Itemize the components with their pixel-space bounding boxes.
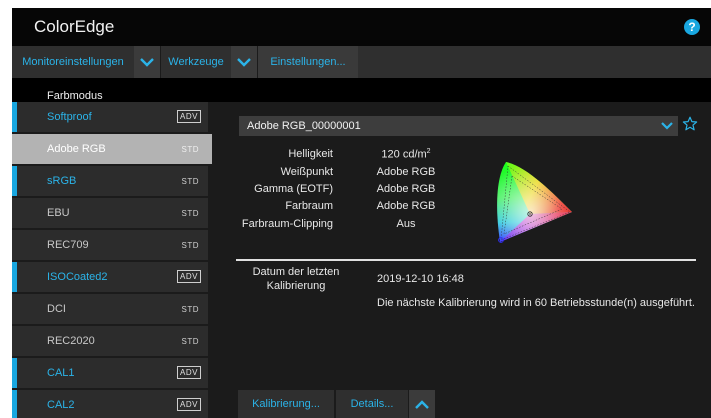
- mode-label: CAL2: [47, 399, 75, 411]
- mode-label: DCI: [47, 303, 66, 315]
- gamma-value: Adobe RGB: [376, 183, 436, 195]
- last-calibration-label-line2: Kalibrierung: [266, 280, 326, 292]
- last-calibration-label-line1: Datum der letzten: [252, 266, 340, 278]
- brightness-value: 120 cd/m2: [346, 148, 466, 161]
- mode-tag-adv: ADV: [177, 270, 201, 283]
- mode-accent-bar: [12, 358, 17, 388]
- gamut-clipping-label: Farbraum-Clipping: [241, 218, 333, 230]
- brightness-value-text: 120 cd/m: [381, 148, 427, 161]
- calibrate-button[interactable]: Kalibrierung...: [238, 390, 334, 418]
- mode-item-rec2020[interactable]: REC2020 STD: [12, 326, 208, 356]
- gamut-diagram: [497, 162, 572, 243]
- mode-accent-bar: [12, 166, 17, 196]
- mode-item-dci[interactable]: DCI STD: [12, 294, 208, 324]
- color-mode-select[interactable]: Adobe RGB_00000001: [239, 116, 678, 136]
- mode-accent-bar: [12, 102, 17, 132]
- color-mode-select-value: Adobe RGB_00000001: [247, 120, 361, 132]
- chevron-down-icon: [237, 58, 251, 67]
- brightness-unit-exponent: 2: [426, 148, 431, 155]
- last-calibration-label: Datum der letzten Kalibrierung: [244, 265, 348, 293]
- mode-label: Adobe RGB: [47, 143, 106, 155]
- mode-label: CAL1: [47, 367, 75, 379]
- mode-accent-bar: [12, 390, 17, 418]
- brightness-label: Helligkeit: [288, 148, 333, 160]
- menu-monitor-settings[interactable]: Monitoreinstellungen: [12, 46, 134, 78]
- mode-label: Softproof: [47, 111, 92, 123]
- mode-item-rec709[interactable]: REC709 STD: [12, 230, 208, 260]
- mode-item-cal1[interactable]: CAL1 ADV: [12, 358, 208, 388]
- menu-monitor-settings-chevron[interactable]: [134, 46, 160, 78]
- mode-item-softproof[interactable]: Softproof ADV: [12, 102, 208, 132]
- mode-tag-adv: ADV: [177, 110, 201, 123]
- color-space-label: Farbraum: [285, 200, 333, 212]
- chevron-down-icon: [661, 122, 673, 130]
- chevron-down-icon: [140, 58, 154, 67]
- mode-tag-adv: ADV: [177, 366, 201, 379]
- mode-tag-std: STD: [181, 241, 199, 250]
- mode-tag-adv: ADV: [177, 398, 201, 411]
- mode-accent-bar: [12, 262, 17, 292]
- color-space-value: Adobe RGB: [376, 200, 436, 212]
- menu-bar: Monitoreinstellungen Werkzeuge Einstellu…: [12, 46, 711, 78]
- mode-item-isocoated2[interactable]: ISOCoated2 ADV: [12, 262, 208, 292]
- details-button[interactable]: Details...: [336, 390, 408, 418]
- chevron-up-icon: [415, 400, 429, 409]
- app-window: ColorEdge ? Monitoreinstellungen Werkzeu…: [12, 8, 711, 418]
- mode-label: sRGB: [47, 175, 77, 187]
- mode-label: EBU: [47, 207, 70, 219]
- header-band: [12, 78, 711, 102]
- white-point-value: Adobe RGB: [376, 166, 436, 178]
- menu-settings[interactable]: Einstellungen...: [258, 46, 358, 78]
- mode-tag-std: STD: [181, 337, 199, 346]
- mode-label: REC2020: [47, 335, 95, 347]
- menu-tools[interactable]: Werkzeuge: [161, 46, 231, 78]
- expand-toggle-button[interactable]: [409, 390, 435, 418]
- section-divider: [236, 259, 696, 261]
- app-title: ColorEdge: [34, 17, 115, 36]
- color-mode-heading: Farbmodus: [47, 90, 103, 102]
- mode-label: ISOCoated2: [47, 271, 108, 283]
- help-icon[interactable]: ?: [684, 19, 700, 35]
- star-icon[interactable]: [682, 116, 698, 132]
- menu-tools-chevron[interactable]: [231, 46, 257, 78]
- white-point-label: Weißpunkt: [280, 166, 333, 178]
- mode-label: REC709: [47, 239, 89, 251]
- mode-item-cal2[interactable]: CAL2 ADV: [12, 390, 208, 418]
- title-bar: ColorEdge ?: [12, 8, 711, 46]
- gamut-clipping-value: Aus: [396, 218, 416, 230]
- last-calibration-date: 2019-12-10 16:48: [377, 273, 464, 285]
- mode-tag-std: STD: [181, 305, 199, 314]
- gamma-label: Gamma (EOTF): [254, 183, 333, 195]
- next-calibration-message: Die nächste Kalibrierung wird in 60 Betr…: [377, 297, 695, 309]
